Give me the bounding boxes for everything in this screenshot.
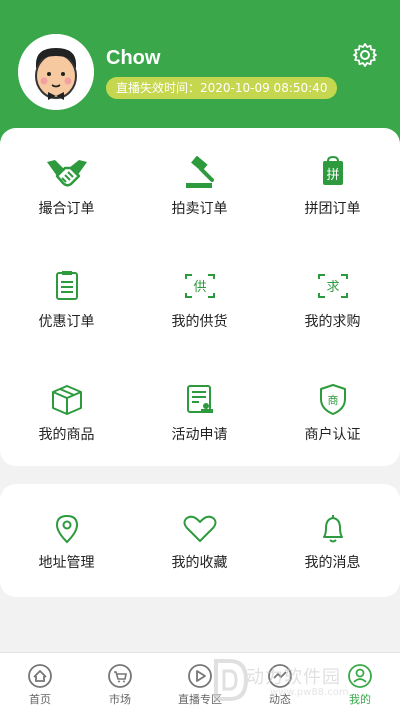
tab-live[interactable]: 直播专区: [160, 653, 240, 711]
bottom-tab-bar: 首页 市场 直播专区 动态 我的: [0, 652, 400, 711]
box-icon: [51, 385, 82, 415]
my-request-label: 我的求购: [304, 314, 361, 330]
cart-icon: [108, 664, 132, 688]
tab-live-label: 直播专区: [178, 693, 222, 706]
match-orders-item[interactable]: 撮合订单: [0, 156, 133, 218]
address-manage-label: 地址管理: [38, 555, 95, 571]
merchant-shield-icon: 商: [319, 384, 346, 415]
tab-mine[interactable]: 我的: [320, 653, 400, 711]
merchant-cert-item[interactable]: 商 商户认证: [266, 382, 399, 444]
form-stamp-icon: [186, 385, 213, 413]
match-orders-label: 撮合订单: [38, 201, 95, 217]
auction-hammer-icon: [185, 156, 214, 188]
trend-icon: [268, 664, 292, 688]
tab-market-label: 市场: [109, 693, 131, 706]
tab-home-label: 首页: [29, 693, 51, 706]
username: Chow: [106, 47, 161, 69]
merchant-cert-label: 商户认证: [304, 427, 361, 443]
handshake-icon: [46, 160, 87, 187]
svg-text:供: 供: [193, 280, 206, 295]
my-messages-item[interactable]: 我的消息: [266, 514, 399, 572]
tab-home[interactable]: 首页: [0, 653, 80, 711]
tab-trends[interactable]: 动态: [240, 653, 320, 711]
discount-orders-label: 优惠订单: [38, 314, 95, 330]
tab-market[interactable]: 市场: [80, 653, 160, 711]
my-products-item[interactable]: 我的商品: [0, 382, 133, 444]
bell-icon: [322, 515, 343, 543]
clipboard-icon: [55, 271, 78, 300]
my-supply-item[interactable]: 供 我的供货: [133, 269, 266, 331]
supply-icon: 供: [184, 274, 215, 298]
avatar-illustration: [18, 34, 94, 110]
address-manage-item[interactable]: 地址管理: [0, 514, 133, 572]
home-icon: [28, 664, 52, 688]
my-request-item[interactable]: 求 我的求购: [266, 269, 399, 331]
svg-text:求: 求: [326, 280, 339, 295]
request-icon: 求: [317, 274, 348, 298]
profile-icon: [348, 664, 372, 688]
group-buy-icon: 拼: [322, 156, 343, 185]
auction-orders-item[interactable]: 拍卖订单: [133, 156, 266, 218]
live-expiry-badge: 直播失效时间：2020-10-09 08:50:40: [106, 77, 338, 99]
svg-text:拼: 拼: [326, 168, 339, 183]
avatar[interactable]: [18, 34, 94, 110]
my-favorites-item[interactable]: 我的收藏: [133, 514, 266, 572]
settings-gear-icon[interactable]: [352, 42, 378, 68]
utility-card: 地址管理 我的收藏 我的消息: [0, 484, 400, 597]
my-favorites-label: 我的收藏: [171, 555, 228, 571]
discount-orders-item[interactable]: 优惠订单: [0, 269, 133, 331]
activity-apply-label: 活动申请: [171, 427, 228, 443]
heart-icon: [183, 515, 216, 542]
svg-text:商: 商: [327, 393, 338, 407]
tab-mine-label: 我的: [349, 693, 371, 706]
my-supply-label: 我的供货: [171, 314, 228, 330]
my-products-label: 我的商品: [38, 427, 95, 443]
my-messages-label: 我的消息: [304, 555, 361, 571]
orders-card: 撮合订单 拍卖订单 拼 拼团订单 优惠订单 供 我的供货 求 我的求购 我的商品…: [0, 128, 400, 466]
tab-trends-label: 动态: [269, 693, 291, 706]
activity-apply-item[interactable]: 活动申请: [133, 382, 266, 444]
group-orders-item[interactable]: 拼 拼团订单: [266, 156, 399, 218]
location-pin-icon: [55, 514, 78, 544]
group-orders-label: 拼团订单: [304, 201, 361, 217]
play-icon: [188, 664, 212, 688]
auction-orders-label: 拍卖订单: [171, 201, 228, 217]
